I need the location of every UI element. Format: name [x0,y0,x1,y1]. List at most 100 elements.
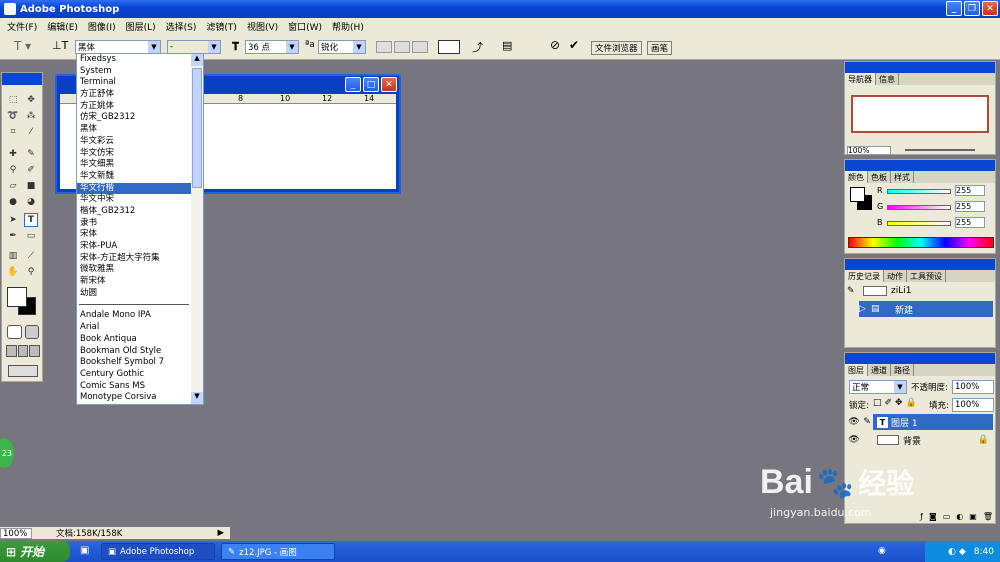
minimize-button[interactable]: _ [946,1,962,16]
channel-g-slider[interactable] [887,205,951,210]
tab-paths[interactable]: 路径 [891,364,914,376]
font-option[interactable]: 华文仿宋 [77,148,191,160]
tab-tool-presets[interactable]: 工具预设 [907,270,946,282]
tab-actions[interactable]: 动作 [884,270,907,282]
align-left-button[interactable] [376,41,392,53]
font-option[interactable]: 黑体 [77,124,191,136]
layer-style-icon[interactable]: ƒ [920,512,923,522]
tab-info[interactable]: 信息 [876,73,899,85]
hand-icon[interactable]: ✋ [6,265,20,279]
tab-history[interactable]: 历史记录 [845,270,884,282]
mask-icon[interactable]: ◙ [929,512,937,522]
path-select-icon[interactable]: ➤ [6,213,20,227]
channel-r-value[interactable]: 255 [955,185,985,196]
history-snapshot-row[interactable]: ✎ ziLi1 [847,283,993,299]
foreground-color-swatch-top[interactable] [7,287,27,307]
zoom-slider[interactable] [905,149,975,151]
commit-icon[interactable]: ✔ [569,38,579,52]
trash-icon[interactable]: 🗑 [983,512,993,522]
close-button[interactable]: ✕ [982,1,998,16]
gradient-icon[interactable]: ■ [24,179,38,193]
notes-icon[interactable]: ▥ [6,249,20,263]
doc-maximize-button[interactable]: □ [363,77,379,92]
slice-icon[interactable]: ⁄ [24,125,38,139]
tab-channels[interactable]: 通道 [868,364,891,376]
scroll-thumb[interactable] [192,68,202,188]
layer-row-1[interactable]: 👁 ✎ T 图层 1 [847,414,993,430]
align-right-button[interactable] [412,41,428,53]
dodge-icon[interactable]: ◕ [24,195,38,209]
layer-row-2[interactable]: 👁 背景 🔒 [847,432,993,448]
menu-image[interactable]: 图像(I) [83,20,121,33]
antialias-select[interactable]: 锐化 ▼ [318,40,366,54]
type-tool-icon[interactable]: T [24,213,38,227]
menu-view[interactable]: 视图(V) [242,20,283,33]
menu-file[interactable]: 文件(F) [2,20,42,33]
font-option[interactable]: 方正姚体 [77,101,191,113]
taskbar-collapse-icon[interactable]: ◉ [878,546,886,556]
font-option[interactable]: Terminal [77,77,191,89]
quickmask-mode-button[interactable] [24,325,39,339]
navigator-preview[interactable] [851,95,989,133]
eye-icon[interactable]: 👁 [847,435,861,445]
font-option[interactable]: 仿宋_GB2312 [77,112,191,124]
menu-select[interactable]: 选择(S) [161,20,202,33]
font-option[interactable]: Book Antiqua [77,334,191,346]
font-option[interactable]: 华文中宋 [77,194,191,206]
healing-brush-icon[interactable]: ✚ [6,147,20,161]
status-arrow-icon[interactable]: ▶ [217,528,224,538]
floating-badge[interactable]: 23 [0,438,14,468]
doc-close-button[interactable]: ✕ [381,77,397,92]
text-orientation-icon[interactable]: ⊥T [52,39,68,52]
menu-filter[interactable]: 滤镜(T) [201,20,242,33]
eye-icon[interactable]: 👁 [847,417,861,427]
tab-color[interactable]: 颜色 [845,171,868,183]
menu-help[interactable]: 帮助(H) [327,20,369,33]
font-option[interactable]: Fixedsys [77,54,191,66]
lock-icons[interactable]: □✐✥🔒 [873,398,920,408]
font-option[interactable]: 楷体_GB2312 [77,206,191,218]
font-option[interactable]: Century Gothic [77,369,191,381]
channel-b-slider[interactable] [887,221,951,226]
marquee-icon[interactable]: ⬚ [6,93,20,107]
font-option[interactable]: Comic Sans MS [77,381,191,393]
font-option[interactable]: Arial [77,322,191,334]
lasso-icon[interactable]: ➰ [6,109,20,123]
move-icon[interactable]: ✥ [24,93,38,107]
tray-icons[interactable]: ◐ ◆ [948,547,966,557]
font-size-select[interactable]: 36 点 ▼ [245,40,299,54]
opacity-input[interactable]: 100% [952,380,994,394]
font-option[interactable]: 华文彩云 [77,136,191,148]
scroll-up-arrow[interactable]: ▲ [191,54,203,66]
shape-icon[interactable]: ▭ [24,229,38,243]
screen-mode-3[interactable] [29,345,41,357]
font-option[interactable]: 方正舒体 [77,89,191,101]
screen-mode-2[interactable] [17,345,29,357]
text-color-swatch[interactable] [438,40,460,54]
font-option[interactable]: 华文新魏 [77,171,191,183]
new-layer-icon[interactable]: ▣ [969,512,977,522]
channel-b-value[interactable]: 255 [955,217,985,228]
font-option[interactable]: 宋体 [77,229,191,241]
eyedropper-icon[interactable]: ⟋ [24,249,38,263]
menu-edit[interactable]: 编辑(E) [42,20,83,33]
menu-layer[interactable]: 图层(L) [121,20,161,33]
color-fg-swatch-top[interactable] [850,187,865,202]
warp-text-icon[interactable]: ⤴ [472,39,483,55]
color-spectrum-bar[interactable] [848,237,994,248]
crop-icon[interactable]: ⌗ [6,125,20,139]
font-style-select[interactable]: - ▼ [167,40,221,54]
restore-button[interactable]: ❐ [964,1,980,16]
align-center-button[interactable] [394,41,410,53]
font-option[interactable]: Bookman Old Style [77,346,191,358]
font-option[interactable]: 幼圆 [77,288,191,300]
folder-icon[interactable]: ▭ [943,512,951,522]
jump-to-imageready-button[interactable] [8,365,38,377]
cancel-icon[interactable]: ⊘ [550,38,560,52]
history-brush-icon[interactable]: ✐ [24,163,38,177]
blend-mode-select[interactable]: 正常 ▼ [849,380,907,394]
pen-icon[interactable]: ✒ [6,229,20,243]
layer-1-cell[interactable]: T 图层 1 [873,414,993,430]
font-option[interactable]: 宋体-方正超大字符集 [77,253,191,265]
font-option[interactable]: Bookshelf Symbol 7 [77,357,191,369]
